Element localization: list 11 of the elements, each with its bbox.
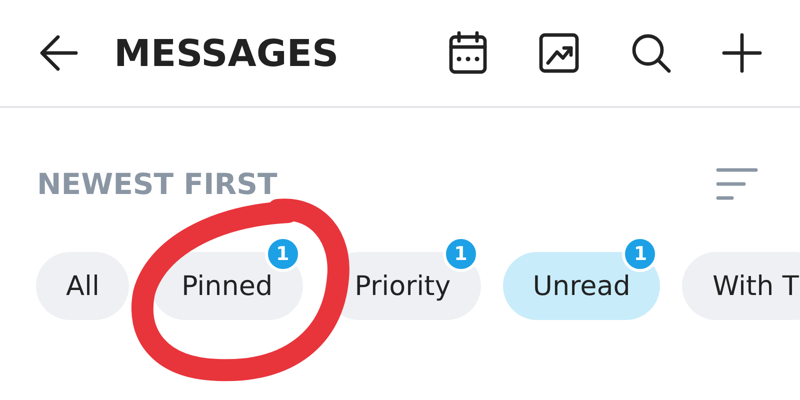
page-title: MESSAGES [114, 32, 340, 74]
calendar-icon[interactable] [448, 31, 488, 75]
add-icon[interactable] [722, 33, 762, 73]
chart-icon[interactable] [538, 32, 580, 74]
count-badge: 1 [264, 238, 301, 272]
sort-icon[interactable] [716, 167, 758, 201]
filter-chip[interactable]: With T [682, 252, 800, 320]
search-icon[interactable] [630, 32, 672, 74]
filter-chip[interactable]: All [36, 252, 130, 320]
sort-label: NEWEST FIRST [37, 167, 278, 201]
count-badge: 1 [442, 238, 479, 272]
